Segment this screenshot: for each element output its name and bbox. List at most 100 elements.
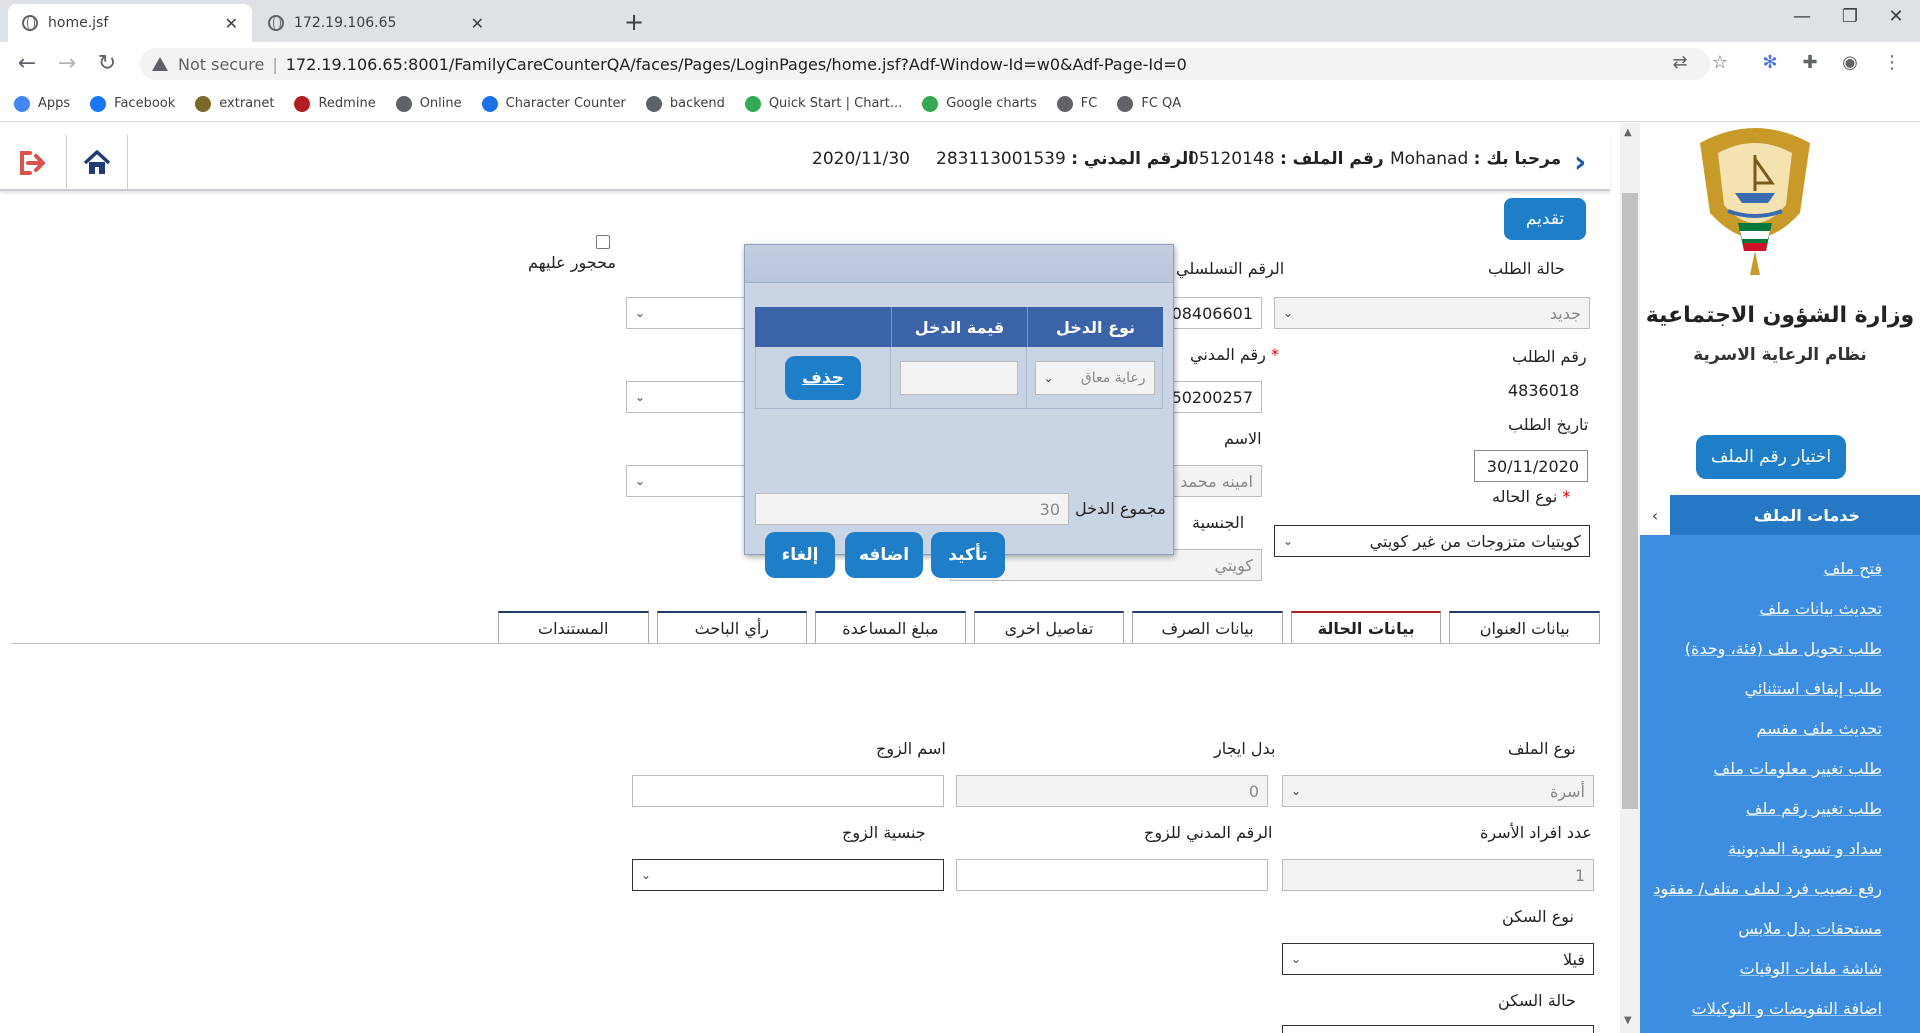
bookmark-item[interactable]: FC: [1056, 95, 1097, 112]
select-field-2[interactable]: ⌄: [626, 381, 746, 413]
income-value-field[interactable]: [899, 360, 1018, 395]
chevron-down-icon: ⌄: [635, 474, 646, 488]
bookmark-item[interactable]: backend: [645, 95, 725, 112]
service-link[interactable]: سداد و تسوية المديونية: [1640, 829, 1920, 869]
service-link[interactable]: فتح ملف: [1640, 549, 1920, 589]
rent-field[interactable]: 0: [956, 775, 1268, 807]
request-status-label: حالة الطلب: [1488, 259, 1565, 278]
income-total-field[interactable]: 30: [755, 493, 1069, 525]
service-link[interactable]: شاشة ملفات الوفيات: [1640, 949, 1920, 989]
confirm-button[interactable]: تأكيد: [931, 532, 1005, 578]
dialog-titlebar[interactable]: [745, 245, 1173, 283]
income-type-select[interactable]: رعاية معاق ⌄: [1034, 360, 1155, 395]
service-link[interactable]: طلب تغيير معلومات ملف: [1640, 749, 1920, 789]
bookmark-star-icon[interactable]: ☆: [1708, 52, 1732, 73]
restricted-select[interactable]: ⌄: [626, 297, 746, 329]
husband-civil-field[interactable]: [956, 859, 1268, 891]
service-link[interactable]: اضافة التفويضات و التوكيلات: [1640, 989, 1920, 1029]
bookmark-item[interactable]: Redmine: [294, 95, 376, 112]
request-date-field[interactable]: 30/11/2020: [1474, 450, 1588, 482]
close-tab-icon[interactable]: ✕: [471, 14, 484, 33]
service-link[interactable]: رفع نصيب فرد لملف متلف/ مفقود: [1640, 869, 1920, 909]
scroll-down-icon[interactable]: ▼: [1624, 1015, 1632, 1026]
request-date-value: 30/11/2020: [1486, 456, 1579, 476]
file-services-title: خدمات الملف: [1753, 505, 1861, 525]
housing-status-select[interactable]: [1282, 1025, 1594, 1033]
civil-no-field[interactable]: 50200257: [1170, 381, 1262, 413]
tab-5[interactable]: رأي الباحث: [656, 611, 808, 643]
husband-civil-label: الرقم المدني للزوج: [1144, 823, 1273, 842]
back-icon[interactable]: ←: [12, 50, 42, 78]
browser-tab-ip[interactable]: 172.19.106.65 ✕: [254, 4, 498, 42]
service-link[interactable]: طلب تحويل ملف (فئة، وحدة): [1640, 629, 1920, 669]
tab-title: home.jsf: [48, 15, 109, 31]
bookmark-item[interactable]: FC QA: [1117, 95, 1181, 112]
housing-type-select[interactable]: فيلا ⌄: [1282, 943, 1594, 975]
tab-0[interactable]: بيانات العنوان: [1449, 611, 1600, 643]
restricted-checkbox[interactable]: [596, 235, 610, 249]
add-button[interactable]: اضافه: [845, 532, 923, 578]
husband-nat-select[interactable]: ⌄: [632, 859, 944, 891]
close-tab-icon[interactable]: ✕: [225, 14, 238, 33]
minimize-icon[interactable]: —: [1782, 6, 1822, 27]
rent-value: 0: [1248, 781, 1259, 801]
family-count-field[interactable]: 1: [1282, 859, 1594, 891]
collapse-panel-icon[interactable]: ‹: [1640, 495, 1670, 535]
housing-type-value: فيلا: [1562, 949, 1585, 969]
service-link[interactable]: تحديث ملف مقسم: [1640, 709, 1920, 749]
tab-6[interactable]: المستندات: [497, 611, 649, 643]
new-tab-button[interactable]: +: [624, 8, 644, 36]
logout-button[interactable]: [8, 139, 58, 187]
bookmark-item[interactable]: extranet: [195, 95, 274, 112]
case-type-select[interactable]: كويتيات متزوجات من غير كويتي ⌄: [1274, 525, 1590, 557]
browser-toolbar: ← → ↻ Not secure | 172.19.106.65:8001/Fa…: [0, 42, 1920, 86]
file-type-select[interactable]: أسرة ⌄: [1282, 775, 1594, 807]
bookmark-item[interactable]: Google charts: [922, 95, 1037, 112]
service-link[interactable]: طلب تغيير رقم ملف: [1640, 789, 1920, 829]
welcome-user: Mohanad: [1390, 149, 1469, 169]
bookmark-label: Online: [419, 96, 462, 111]
maximize-icon[interactable]: ❐: [1830, 6, 1870, 27]
serial-field[interactable]: 08406601: [1170, 297, 1262, 329]
bookmark-item[interactable]: Quick Start | Chart...: [744, 95, 902, 112]
tab-2[interactable]: بيانات الصرف: [1132, 611, 1283, 643]
browser-tab-home[interactable]: home.jsf ✕: [8, 4, 252, 42]
close-window-icon[interactable]: ✕: [1876, 6, 1916, 27]
globe-icon: [22, 15, 38, 31]
bookmark-item[interactable]: Facebook: [90, 95, 175, 112]
translate-icon[interactable]: ⇄: [1668, 52, 1692, 73]
delete-button[interactable]: حذف: [785, 355, 861, 400]
choose-file-button[interactable]: اختيار رقم الملف: [1696, 435, 1846, 479]
service-link[interactable]: طلب إيقاف استثنائي: [1640, 669, 1920, 709]
address-bar[interactable]: Not secure | 172.19.106.65:8001/FamilyCa…: [140, 48, 1710, 80]
tab-1[interactable]: بيانات الحالة: [1290, 611, 1442, 643]
husband-name-field[interactable]: [632, 775, 944, 807]
table-row: رعاية معاق ⌄ حذف: [755, 347, 1163, 409]
name-field[interactable]: امينه محمد: [1170, 465, 1262, 497]
bookmark-label: backend: [669, 96, 725, 111]
extension-icon[interactable]: ✻: [1758, 52, 1782, 73]
submit-button[interactable]: تقديم: [1504, 198, 1586, 240]
bookmark-item[interactable]: Apps: [14, 95, 70, 112]
service-link[interactable]: مستحقات بدل ملابس: [1640, 909, 1920, 949]
reload-icon[interactable]: ↻: [92, 50, 122, 78]
page-scrollbar[interactable]: ▲ ▼: [1620, 123, 1640, 1033]
bookmark-item[interactable]: Character Counter: [481, 95, 626, 112]
home-button[interactable]: [66, 135, 128, 191]
profile-avatar[interactable]: ◉: [1838, 52, 1862, 73]
tab-3[interactable]: تفاصيل اخرى: [973, 611, 1125, 643]
bookmark-item[interactable]: Online: [395, 95, 462, 112]
scroll-up-icon[interactable]: ▲: [1624, 127, 1632, 138]
scrollbar-thumb[interactable]: [1622, 193, 1638, 809]
serial-label: الرقم التسلسلي: [1176, 259, 1285, 278]
chevron-right-icon[interactable]: ›: [1574, 148, 1586, 178]
select-field-3[interactable]: ⌄: [626, 465, 746, 497]
tab-4[interactable]: مبلغ المساعدة: [815, 611, 966, 643]
service-link[interactable]: تحديث بيانات ملف: [1640, 589, 1920, 629]
menu-icon[interactable]: ⋮: [1880, 52, 1904, 73]
forward-icon[interactable]: →: [52, 50, 82, 78]
ministry-title: وزارة الشؤون الاجتماعية: [1645, 303, 1915, 328]
request-status-select[interactable]: جديد ⌄: [1274, 297, 1590, 329]
cancel-button[interactable]: إلغاء: [765, 532, 835, 578]
puzzle-icon[interactable]: ✚: [1798, 52, 1822, 73]
